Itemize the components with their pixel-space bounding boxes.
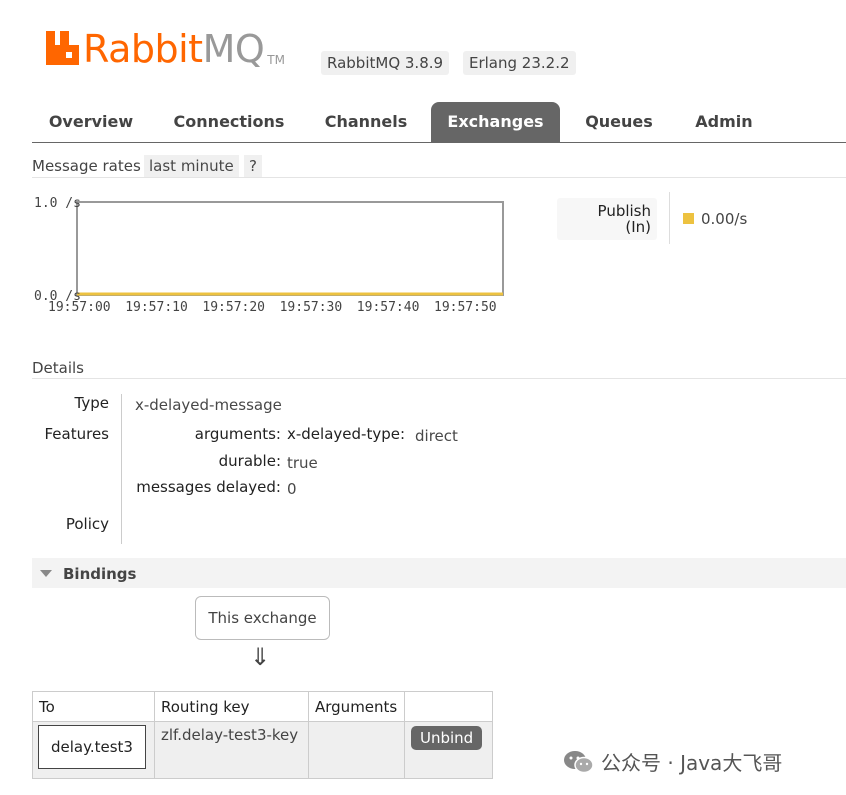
- legend-swatch: [683, 213, 694, 224]
- table-row: delay.test3 zlf.delay-test3-key Unbind: [32, 721, 493, 779]
- messages-delayed-value: 0: [287, 480, 297, 498]
- argument-value: direct: [415, 427, 458, 445]
- tab-exchanges[interactable]: Exchanges: [431, 102, 560, 142]
- watermark-text: 公众号 · Java大飞哥: [601, 751, 783, 775]
- column-header-arguments: Arguments: [308, 691, 405, 722]
- bindings-table: To Routing key Arguments delay.test3 zlf…: [32, 691, 493, 779]
- argument-key: x-delayed-type:: [287, 425, 406, 443]
- erlang-version-badge: Erlang 23.2.2: [463, 51, 576, 75]
- arguments-cell: [308, 721, 405, 779]
- section-divider: [32, 177, 846, 178]
- durable-label: durable:: [218, 452, 281, 470]
- chart-plot-area: [76, 201, 504, 296]
- messages-delayed-label: messages delayed:: [136, 478, 281, 496]
- unbind-button[interactable]: Unbind: [411, 726, 483, 750]
- tab-admin[interactable]: Admin: [682, 102, 766, 142]
- destination-queue-link[interactable]: delay.test3: [38, 725, 146, 769]
- tab-queues[interactable]: Queues: [574, 102, 664, 142]
- column-header-routing-key: Routing key: [154, 691, 309, 722]
- type-value: x-delayed-message: [135, 396, 282, 414]
- routing-key-cell: zlf.delay-test3-key: [154, 721, 309, 779]
- table-header-row: To Routing key Arguments: [32, 691, 493, 722]
- down-arrow-icon: ⇓: [250, 643, 271, 671]
- x-tick-label: 19:57:20: [202, 300, 265, 315]
- logo-word-rabbit: Rabbit: [83, 27, 203, 71]
- features-label: Features: [44, 425, 110, 443]
- details-divider: [32, 378, 846, 379]
- legend-value: 0.00/s: [701, 210, 748, 228]
- bindings-title[interactable]: Bindings: [63, 565, 136, 583]
- x-tick-label: 19:57:50: [434, 300, 497, 315]
- chart-legend-label: Publish (In): [557, 198, 657, 240]
- x-tick-label: 19:57:30: [280, 300, 343, 315]
- x-tick-label: 19:57:10: [125, 300, 188, 315]
- rabbitmq-version-badge: RabbitMQ 3.8.9: [321, 51, 450, 75]
- details-title: Details: [32, 359, 85, 377]
- x-tick-label: 19:57:00: [48, 300, 111, 315]
- rabbit-icon: [46, 31, 79, 65]
- details-column-divider: [121, 394, 122, 544]
- rate-range-selector[interactable]: last minute: [144, 155, 239, 178]
- tab-channels[interactable]: Channels: [314, 102, 418, 142]
- actions-cell: Unbind: [404, 721, 493, 779]
- arguments-label: arguments:: [194, 425, 281, 443]
- binding-destination-cell: delay.test3: [32, 721, 155, 779]
- tab-overview[interactable]: Overview: [32, 102, 150, 142]
- bindings-section-toggle[interactable]: [32, 558, 846, 588]
- legend-label-publish: Publish: [597, 202, 651, 220]
- column-header-to: To: [32, 691, 155, 722]
- watermark: 公众号 · Java大飞哥: [563, 747, 782, 776]
- logo-tm: TM: [267, 53, 285, 67]
- policy-label: Policy: [65, 515, 109, 533]
- legend-divider: [669, 192, 670, 244]
- wechat-icon: [563, 750, 595, 774]
- x-tick-label: 19:57:40: [357, 300, 420, 315]
- column-header-actions: [404, 691, 493, 722]
- type-label: Type: [74, 394, 109, 412]
- rabbitmq-logo: Rabbit MQ TM: [46, 27, 285, 71]
- durable-value: true: [287, 454, 318, 472]
- message-rates-title: Message rates: [32, 157, 141, 175]
- tab-connections[interactable]: Connections: [164, 102, 294, 142]
- logo-word-mq: MQ: [202, 27, 265, 71]
- message-rates-chart: 1.0 /s0.0 /s 19:57:00 19:57:10 19:57:20 19:…: [34, 196, 504, 315]
- collapse-triangle-icon[interactable]: [40, 570, 52, 577]
- rates-help-button[interactable]: ?: [244, 155, 262, 178]
- legend-label-in: (In): [625, 218, 651, 236]
- main-nav-tabs: Overview Connections Channels Exchanges …: [32, 102, 846, 143]
- y-tick-label: 1.0 /s: [34, 196, 81, 211]
- this-exchange-box: This exchange: [195, 596, 330, 640]
